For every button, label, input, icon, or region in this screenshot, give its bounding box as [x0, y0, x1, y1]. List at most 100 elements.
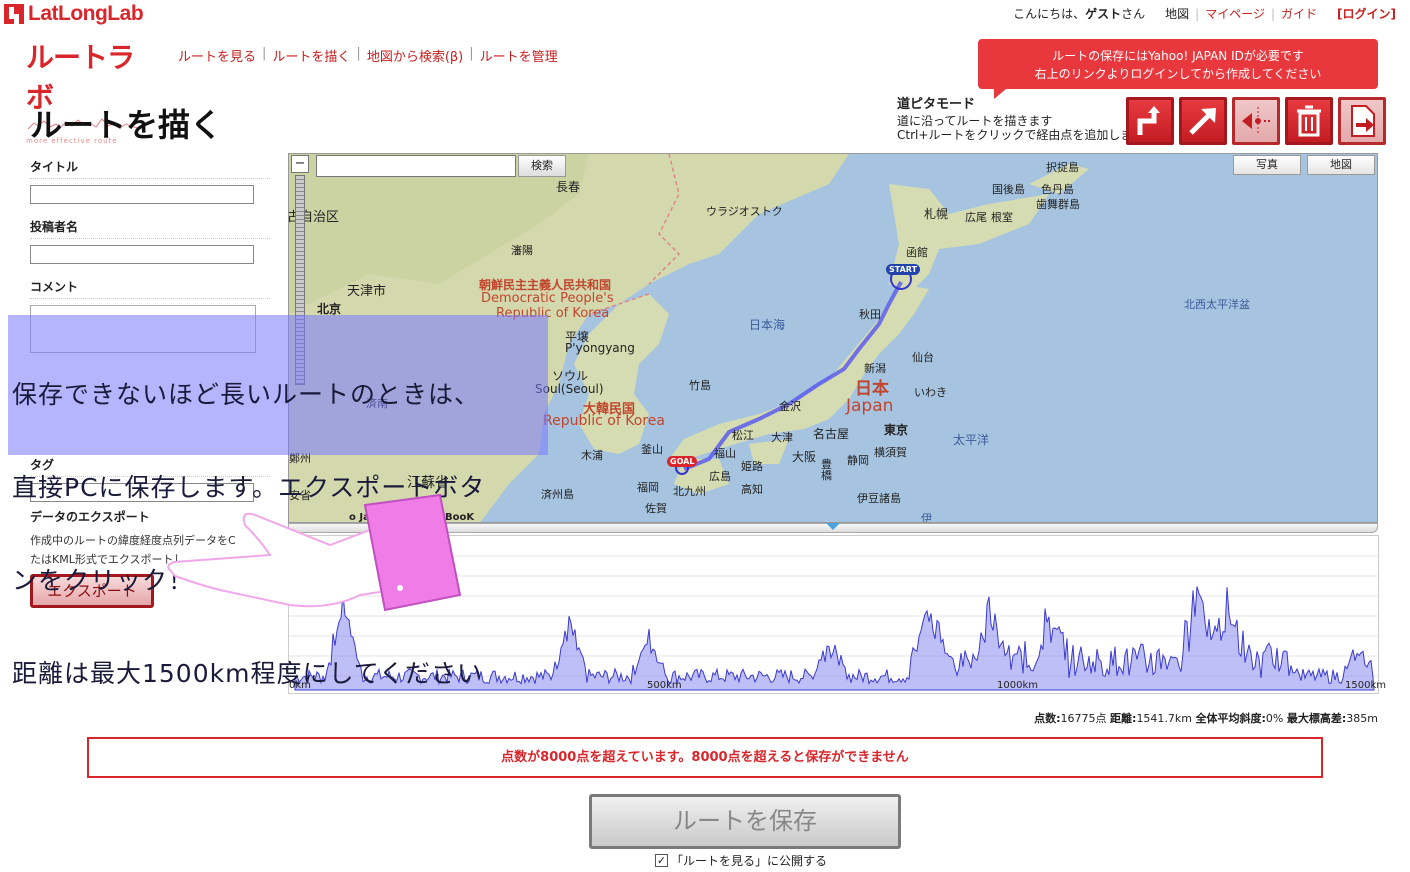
- label-hiroshima: 広島: [709, 470, 731, 483]
- export-file-button[interactable]: [1338, 97, 1386, 145]
- label-nw-pacific-basin: 北西太平洋盆: [1184, 298, 1250, 311]
- label-kitakyushu: 北九州: [673, 485, 706, 498]
- label-dprk-en1: Democratic People's: [481, 291, 614, 306]
- top-nav: こんにちは、ゲストさん 地図 | マイページ | ガイド [ログイン]: [1013, 5, 1396, 22]
- label-akita: 秋田: [859, 308, 881, 321]
- label-tokyo: 東京: [884, 423, 909, 437]
- road-snap-mode-info: 道ピタモード 道に沿ってルートを描きます Ctrl+ルートをクリックで経由点を追…: [897, 97, 1145, 143]
- label-fukuyama: 福山: [714, 447, 736, 460]
- comment-label: コメント: [30, 278, 270, 299]
- height-value: 385m: [1346, 712, 1378, 725]
- nav-map-link[interactable]: 地図: [1165, 5, 1189, 22]
- route-stats: 点数:16775点 距離:1541.7km 全体平均斜度:0% 最大標高差:38…: [1034, 712, 1378, 725]
- point-limit-warning: 点数が8000点を超えています。8000点を超えると保存ができません: [87, 737, 1323, 778]
- map-type-map-button[interactable]: 地図: [1307, 155, 1375, 175]
- map-type-photo-button[interactable]: 写真: [1233, 155, 1301, 175]
- label-sendai: 仙台: [912, 351, 934, 364]
- label-kunashiri: 国後島: [992, 183, 1025, 196]
- map-search-button[interactable]: 検索: [518, 155, 566, 177]
- label-sapporo: 札幌: [924, 207, 949, 221]
- main-nav-draw[interactable]: ルートを描く: [272, 46, 350, 65]
- brand-logo[interactable]: LatLongLab: [4, 2, 144, 26]
- start-marker[interactable]: START: [886, 264, 921, 275]
- author-label: 投稿者名: [30, 218, 270, 239]
- label-iwaki: いわき: [914, 386, 947, 399]
- label-pyongyang-en: P'yongyang: [565, 341, 635, 355]
- route-toolbar: [1126, 97, 1386, 145]
- label-otsu: 大津: [771, 431, 793, 444]
- label-tianjin: 天津市: [347, 284, 387, 299]
- straight-line-button[interactable]: [1179, 97, 1227, 145]
- label-pacific: 太平洋: [953, 433, 990, 447]
- main-nav-view[interactable]: ルートを見る: [178, 46, 256, 65]
- points-value: 16775点: [1060, 712, 1107, 725]
- label-kanazawa: 金沢: [779, 400, 801, 413]
- title-input[interactable]: [30, 185, 254, 204]
- label-takeshima: 竹島: [689, 379, 711, 392]
- distance-value: 1541.7km: [1136, 712, 1193, 725]
- balloon-line2: 右上のリンクよりログインしてから作成してください: [1034, 67, 1322, 81]
- main-nav: ルートを見る | ルートを描く | 地図から検索(β) | ルートを管理: [178, 46, 558, 65]
- label-fukuoka: 福岡: [637, 481, 659, 494]
- balloon-line1: ルートの保存にはYahoo! JAPAN IDが必要です: [1052, 49, 1304, 63]
- label-shikotan: 色丹島: [1041, 183, 1074, 196]
- label-mokpo: 木浦: [581, 449, 603, 462]
- mode-desc-1: 道に沿ってルートを描きます: [897, 114, 1053, 128]
- slope-value: 0%: [1265, 712, 1284, 725]
- remove-point-icon: [1242, 107, 1272, 135]
- road-snap-button[interactable]: [1126, 97, 1174, 145]
- export-file-icon: [1351, 105, 1375, 137]
- trash-icon: [1297, 105, 1321, 137]
- straight-line-icon: [1189, 108, 1216, 135]
- label-changchun: 長春: [556, 180, 581, 194]
- label-sea-of-japan: 日本海: [749, 318, 786, 332]
- remove-point-button[interactable]: [1232, 97, 1280, 145]
- collapse-arrow-icon[interactable]: [826, 523, 840, 530]
- label-shizuoka: 静岡: [847, 454, 869, 467]
- label-osaka: 大阪: [792, 450, 817, 464]
- label-hakodate: 函館: [906, 246, 928, 259]
- page-title: ルートを描く: [30, 106, 223, 144]
- publish-checkbox[interactable]: ✓: [655, 854, 668, 867]
- x-tick-500: 500km: [647, 680, 682, 691]
- label-shenyang: 瀋陽: [511, 244, 533, 257]
- label-kochi: 高知: [741, 483, 763, 496]
- brand-mark-icon: [4, 4, 24, 24]
- pointing-hand-icon: [167, 493, 462, 612]
- label-toyohashi: 豊橋: [821, 458, 832, 482]
- label-yokosuka: 横須賀: [874, 446, 907, 459]
- nav-mypage-link[interactable]: マイページ: [1205, 5, 1265, 22]
- main-nav-search[interactable]: 地図から検索(β): [367, 46, 463, 65]
- label-himeji: 姫路: [741, 460, 763, 473]
- main-nav-manage[interactable]: ルートを管理: [480, 46, 558, 65]
- login-required-balloon: ルートの保存にはYahoo! JAPAN IDが必要です 右上のリンクよりログイ…: [978, 39, 1378, 99]
- save-route-button[interactable]: ルートを保存: [589, 794, 901, 849]
- delete-route-button[interactable]: [1285, 97, 1333, 145]
- map-search-input[interactable]: [316, 155, 516, 177]
- label-izu: 伊豆諸島: [857, 492, 901, 505]
- author-input[interactable]: [30, 245, 254, 264]
- label-i: 伊: [921, 512, 932, 523]
- publish-option[interactable]: ✓ 「ルートを見る」に公開する: [655, 852, 827, 869]
- greeting: こんにちは、ゲストさん: [1013, 7, 1146, 21]
- label-busan: 釜山: [641, 443, 663, 456]
- label-japan-en: Japan: [846, 396, 894, 416]
- title-label: タイトル: [30, 158, 270, 179]
- mode-title: 道ピタモード: [897, 97, 976, 112]
- label-etorofu: 択捉島: [1046, 161, 1079, 174]
- label-habomai: 歯舞群島: [1036, 198, 1080, 211]
- label-matsue: 松江: [732, 429, 754, 442]
- road-snap-icon: [1137, 106, 1160, 135]
- mode-desc-2: Ctrl+ルートをクリックで経由点を追加します: [897, 128, 1145, 142]
- zoom-out-button[interactable]: −: [291, 155, 309, 173]
- x-tick-1000: 1000km: [997, 680, 1038, 691]
- publish-label: 「ルートを見る」に公開する: [671, 854, 828, 868]
- label-vladivostok: ウラジオストク: [706, 205, 783, 218]
- routelab-logo[interactable]: ルートラボ more effective route: [26, 36, 150, 145]
- label-nemuro: 根室: [991, 211, 1013, 224]
- login-link[interactable]: [ログイン]: [1337, 5, 1396, 22]
- goal-marker[interactable]: GOAL: [667, 456, 698, 467]
- label-hiroo: 広尾: [965, 211, 987, 224]
- nav-guide-link[interactable]: ガイド: [1281, 5, 1317, 22]
- x-tick-1500: 1500km: [1345, 680, 1386, 691]
